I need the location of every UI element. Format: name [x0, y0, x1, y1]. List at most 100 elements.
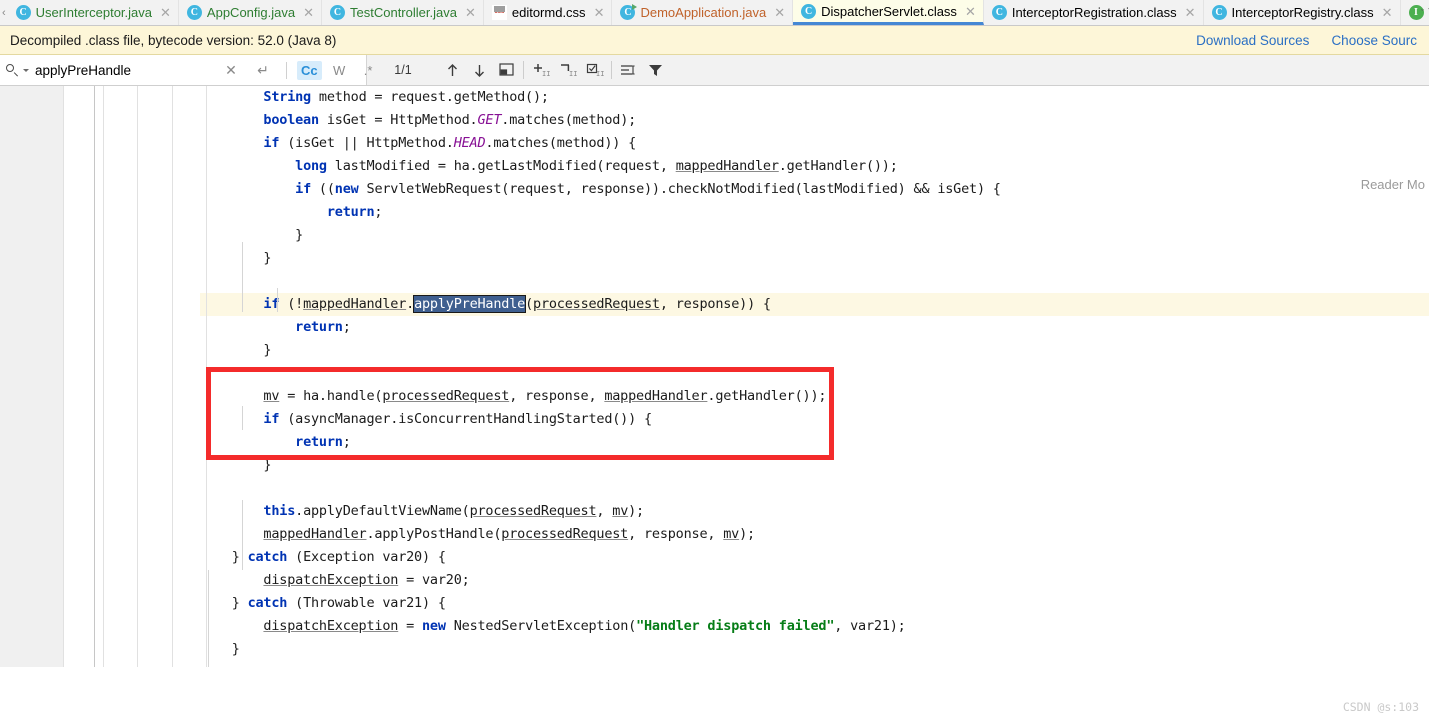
close-icon[interactable]: ✕ [1382, 6, 1393, 19]
code-line[interactable]: 548 dispatchException = var20; [0, 569, 1429, 592]
fold-region-line [94, 500, 95, 546]
code-text[interactable]: } [200, 339, 271, 362]
tab-label: InterceptorRegistration.class [1011, 5, 1177, 20]
exclude-occurrence-button[interactable]: II [554, 55, 581, 85]
code-line[interactable]: 535 [0, 270, 1429, 293]
code-line[interactable]: 541 if (asyncManager.isConcurrentHandlin… [0, 408, 1429, 431]
chevron-down-icon[interactable] [23, 68, 29, 72]
editor-tab-interceptorregistry[interactable]: C InterceptorRegistry.class ✕ [1203, 0, 1401, 25]
code-line[interactable]: 529 if (isGet || HttpMethod.HEAD.matches… [0, 132, 1429, 155]
code-text[interactable]: return; [200, 431, 351, 454]
code-text[interactable]: } [200, 224, 303, 247]
code-text[interactable]: long lastModified = ha.getLastModified(r… [200, 155, 898, 178]
find-next-button[interactable] [466, 55, 493, 85]
tab-label: UserInterceptor.java [35, 5, 153, 20]
match-case-toggle[interactable]: Cc [297, 60, 322, 80]
notification-message: Decompiled .class file, bytecode version… [10, 32, 337, 48]
find-toolbar[interactable]: ✕ ↵ Cc W .* 1/1 II II II [0, 55, 1429, 86]
code-line[interactable]: 552 [0, 661, 1429, 667]
code-line[interactable]: 539 [0, 362, 1429, 385]
close-icon[interactable]: ✕ [160, 6, 171, 19]
code-text[interactable]: dispatchException = new NestedServletExc… [200, 615, 905, 638]
code-line[interactable]: 528 boolean isGet = HttpMethod.GET.match… [0, 109, 1429, 132]
download-sources-link[interactable]: Download Sources [1196, 33, 1309, 48]
tab-label: AppConfig.java [206, 5, 296, 20]
editor-tab-bar[interactable]: ‹ C UserInterceptor.java ✕ C AppConfig.j… [0, 0, 1429, 26]
code-line[interactable]: 549 } catch (Throwable var21) { [0, 592, 1429, 615]
code-line[interactable]: 531 if ((new ServletWebRequest(request, … [0, 178, 1429, 201]
indent-guide [208, 664, 209, 667]
close-icon[interactable]: ✕ [965, 5, 976, 18]
code-line[interactable]: 536 if (!mappedHandler.applyPreHandle(pr… [0, 293, 1429, 316]
code-text[interactable]: this.applyDefaultViewName(processedReque… [200, 500, 644, 523]
code-text[interactable]: } [200, 454, 271, 477]
close-icon[interactable]: ✕ [774, 6, 785, 19]
code-text[interactable]: return; [200, 201, 383, 224]
code-line[interactable]: 540 mv = ha.handle(processedRequest, res… [0, 385, 1429, 408]
filter-button[interactable] [642, 55, 669, 85]
line-number-gutter[interactable] [0, 86, 63, 667]
divider [523, 61, 524, 79]
close-icon[interactable]: ✕ [594, 6, 605, 19]
code-line[interactable]: 547 } catch (Exception var20) { [0, 546, 1429, 569]
close-icon[interactable]: ✕ [1185, 6, 1196, 19]
close-icon[interactable]: ✕ [465, 6, 476, 19]
open-in-find-window-button[interactable] [615, 55, 642, 85]
fold-region-line [94, 546, 95, 592]
editor-tab-appconfig[interactable]: C AppConfig.java ✕ [178, 0, 322, 25]
editor-tab-dispatcherservlet[interactable]: C DispatcherServlet.class ✕ [793, 0, 984, 25]
code-text[interactable]: mappedHandler.applyPostHandle(processedR… [200, 523, 755, 546]
code-line[interactable]: 544 [0, 477, 1429, 500]
code-text[interactable]: } catch (Throwable var21) { [200, 592, 446, 615]
check-occurrence-button[interactable]: II [581, 55, 608, 85]
code-text[interactable]: mv = ha.handle(processedRequest, respons… [200, 385, 826, 408]
code-editor[interactable]: 527 String method = request.getMethod();… [0, 86, 1429, 667]
code-line[interactable]: 543 } [0, 454, 1429, 477]
editor-tab-interceptorregistration[interactable]: C InterceptorRegistration.class ✕ [983, 0, 1204, 25]
code-text[interactable]: } [200, 247, 271, 270]
code-line[interactable]: 534 } [0, 247, 1429, 270]
add-occurrence-button[interactable]: II [527, 55, 554, 85]
code-line[interactable]: 551 } [0, 638, 1429, 661]
find-previous-button[interactable] [439, 55, 466, 85]
tab-overflow-chevron-icon[interactable]: ˇ [1418, 0, 1427, 25]
code-line[interactable]: 530 long lastModified = ha.getLastModifi… [0, 155, 1429, 178]
code-text[interactable]: if ((new ServletWebRequest(request, resp… [200, 178, 1001, 201]
select-all-occurrences-button[interactable] [493, 55, 520, 85]
code-text[interactable]: if (!mappedHandler.applyPreHandle(proces… [200, 293, 771, 316]
code-lines-container[interactable]: 527 String method = request.getMethod();… [0, 86, 1429, 667]
editor-tab-editormd-css[interactable]: css editormd.css ✕ [483, 0, 613, 25]
search-input[interactable] [35, 57, 212, 83]
notification-actions: Download Sources Choose Sourc [1196, 33, 1419, 48]
code-line[interactable]: 532 return; [0, 201, 1429, 224]
code-line[interactable]: 550 dispatchException = new NestedServle… [0, 615, 1429, 638]
editor-tab-userinterceptor[interactable]: C UserInterceptor.java ✕ [7, 0, 179, 25]
code-line[interactable]: 545 this.applyDefaultViewName(processedR… [0, 500, 1429, 523]
close-icon[interactable]: ✕ [303, 6, 314, 19]
code-line[interactable]: 527 String method = request.getMethod(); [0, 86, 1429, 109]
code-line[interactable]: 533 } [0, 224, 1429, 247]
multiline-search-icon[interactable]: ↵ [250, 60, 276, 80]
tab-scroll-left-icon[interactable]: ‹ [0, 0, 8, 25]
fold-region-line [94, 270, 95, 316]
clear-search-icon[interactable]: ✕ [218, 60, 244, 80]
fold-gutter[interactable] [63, 86, 200, 667]
code-text[interactable]: dispatchException = var20; [200, 569, 469, 592]
find-field-container[interactable]: ✕ ↵ Cc W .* [0, 55, 372, 85]
code-text[interactable]: if (asyncManager.isConcurrentHandlingSta… [200, 408, 652, 431]
code-text[interactable]: if (isGet || HttpMethod.HEAD.matches(met… [200, 132, 636, 155]
code-text[interactable]: String method = request.getMethod(); [200, 86, 549, 109]
code-text[interactable]: boolean isGet = HttpMethod.GET.matches(m… [200, 109, 636, 132]
code-text[interactable]: return; [200, 316, 351, 339]
reader-mode-label[interactable]: Reader Mo [1361, 177, 1425, 192]
code-line[interactable]: 537 return; [0, 316, 1429, 339]
code-text[interactable]: } catch (Exception var20) { [200, 546, 446, 569]
editor-tab-demoapplication[interactable]: C DemoApplication.java ✕ [612, 0, 794, 25]
words-toggle[interactable]: W [328, 61, 351, 80]
editor-tab-testcontroller[interactable]: C TestController.java ✕ [322, 0, 484, 25]
code-line[interactable]: 538 } [0, 339, 1429, 362]
choose-sources-link[interactable]: Choose Sourc [1331, 33, 1417, 48]
code-line[interactable]: 542 return; [0, 431, 1429, 454]
svg-text:II: II [569, 70, 577, 78]
code-line[interactable]: 546 mappedHandler.applyPostHandle(proces… [0, 523, 1429, 546]
